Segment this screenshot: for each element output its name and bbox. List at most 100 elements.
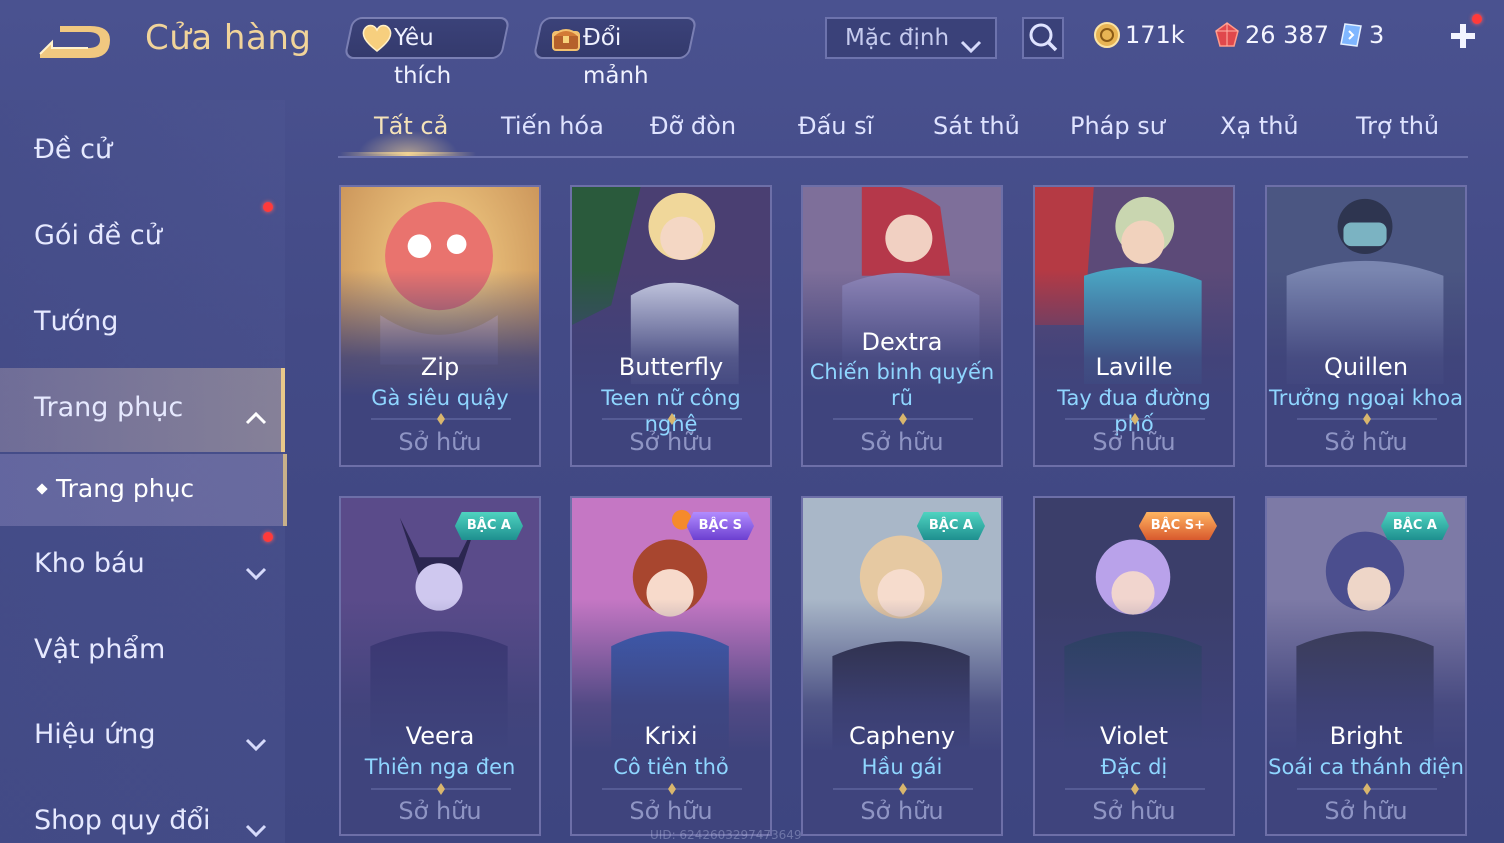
sidebar-item-label: Hiệu ứng: [34, 719, 156, 750]
skin-card[interactable]: Quillen Trưởng ngoại khoa Sở hữu: [1265, 185, 1467, 467]
tier-badge: BẬC S+: [1138, 512, 1217, 540]
player-uid: UID: 6242603297473649: [650, 828, 802, 842]
hero-name: Violet: [1099, 722, 1169, 750]
skin-card[interactable]: BẬC S+ Violet Đặc dị Sở hữu: [1033, 496, 1235, 836]
owned-status: Sở hữu: [398, 797, 482, 825]
plus-icon: [1451, 24, 1475, 48]
skin-name: Chiến binh quyến rũ: [809, 360, 995, 410]
tab-all[interactable]: Tất cả: [374, 112, 448, 140]
owned-status: Sở hữu: [629, 428, 713, 456]
tab-support[interactable]: Trợ thủ: [1356, 112, 1439, 140]
gold-coin-icon: [1093, 21, 1121, 49]
tab-evolution[interactable]: Tiến hóa: [501, 112, 604, 140]
sidebar-item-label: Tướng: [34, 306, 119, 337]
skin-name: Đặc dị: [1100, 755, 1168, 779]
sidebar-item-recommended[interactable]: Đề cử: [0, 112, 285, 192]
notification-dot: [1472, 14, 1482, 24]
divider-ornament: [1065, 413, 1205, 425]
sidebar-item-label: Vật phẩm: [34, 634, 166, 665]
skin-name: Hầu gái: [861, 755, 943, 779]
divider-ornament: [1297, 783, 1437, 795]
sidebar-item-exchange-shop[interactable]: Shop quy đổi: [0, 783, 285, 843]
shard-exchange-label: Đổi mảnh: [582, 25, 649, 89]
treasure-chest-icon: [549, 22, 583, 54]
search-icon: [1029, 23, 1058, 52]
ruby-gem-icon: [1213, 21, 1241, 49]
divider-ornament: [602, 783, 742, 795]
sidebar-item-skins[interactable]: Trang phục: [0, 368, 285, 452]
active-tab-indicator: [340, 152, 476, 156]
hero-name: Butterfly: [618, 353, 724, 381]
category-tabs: Tất cả Tiến hóa Đỡ đòn Đấu sĩ Sát thủ Ph…: [338, 100, 1468, 158]
owned-status: Sở hữu: [1324, 797, 1408, 825]
sidebar-subitem-label: Trang phục: [56, 474, 195, 503]
shard-exchange-button[interactable]: Đổi mảnh: [532, 17, 698, 89]
sidebar-item-label: Gói đề cử: [34, 220, 162, 251]
owned-status: Sở hữu: [1092, 428, 1176, 456]
chevron-down-icon: [244, 815, 268, 838]
owned-status: Sở hữu: [398, 428, 482, 456]
sidebar-item-bundles[interactable]: Gói đề cử: [0, 198, 285, 278]
sidebar-item-effects[interactable]: Hiệu ứng: [0, 697, 285, 777]
tab-assassin[interactable]: Sát thủ: [933, 112, 1020, 140]
divider-ornament: [833, 783, 973, 795]
owned-status: Sở hữu: [629, 797, 713, 825]
notification-dot: [263, 202, 273, 212]
voucher-card-icon: [1337, 21, 1365, 49]
chevron-up-icon: [244, 402, 268, 425]
skin-card[interactable]: Zip Gà siêu quậy Sở hữu: [339, 185, 541, 467]
bullet-diamond-icon: [36, 483, 48, 495]
sidebar-item-label: Kho báu: [34, 548, 145, 579]
hero-name: Laville: [1095, 353, 1173, 381]
tier-badge: BẬC A: [454, 512, 523, 540]
skin-card[interactable]: BẬC S Krixi Cô tiên thỏ Sở hữu: [570, 496, 772, 836]
hero-name: Krixi: [644, 722, 698, 750]
heart-icon: [360, 22, 394, 54]
chevron-down-icon: [244, 558, 268, 581]
skin-card[interactable]: BẬC A Capheny Hầu gái Sở hữu: [801, 496, 1003, 836]
owned-status: Sở hữu: [860, 428, 944, 456]
skin-card[interactable]: Dextra Chiến binh quyến rũ Sở hữu: [801, 185, 1003, 467]
search-button[interactable]: [1022, 17, 1064, 59]
skin-name: Cô tiên thỏ: [613, 755, 729, 779]
sidebar-item-label: Đề cử: [34, 134, 113, 165]
tab-marksman[interactable]: Xạ thủ: [1220, 112, 1299, 140]
divider-ornament: [833, 413, 973, 425]
skin-card[interactable]: BẬC A Bright Soái ca thánh điện Sở hữu: [1265, 496, 1467, 836]
sidebar-subitem-skins[interactable]: Trang phục: [0, 454, 287, 526]
skin-name: Soái ca thánh điện: [1268, 755, 1464, 779]
tab-mage[interactable]: Pháp sư: [1070, 112, 1165, 140]
back-arrow-icon[interactable]: [34, 22, 114, 64]
page-title: Cửa hàng: [145, 18, 312, 58]
favorites-button[interactable]: Yêu thích: [343, 17, 511, 89]
sidebar: Đề cử Gói đề cử Tướng Trang phục Trang p…: [0, 100, 290, 843]
sidebar-item-heroes[interactable]: Tướng: [0, 284, 285, 364]
sort-selected-value: Mặc định: [845, 25, 950, 51]
owned-status: Sở hữu: [1092, 797, 1176, 825]
hero-name: Zip: [420, 353, 460, 381]
voucher-amount: 3: [1369, 21, 1385, 49]
notification-dot: [263, 532, 273, 542]
gold-balance: 171k: [1093, 20, 1203, 50]
add-currency-button[interactable]: [1447, 20, 1479, 52]
sidebar-item-treasure[interactable]: Kho báu: [0, 526, 285, 606]
divider-ornament: [371, 413, 511, 425]
hero-name: Bright: [1329, 722, 1403, 750]
skin-card[interactable]: BẬC A Veera Thiên nga đen Sở hữu: [339, 496, 541, 836]
skin-card[interactable]: Laville Tay đua đường phố Sở hữu: [1033, 185, 1235, 467]
sidebar-item-items[interactable]: Vật phẩm: [0, 612, 285, 692]
favorites-label: Yêu thích: [393, 25, 452, 89]
owned-status: Sở hữu: [1324, 428, 1408, 456]
tier-badge: BẬC S: [686, 512, 754, 540]
voucher-balance: 3: [1337, 20, 1397, 50]
divider-ornament: [371, 783, 511, 795]
chevron-down-icon: [244, 729, 268, 752]
gold-amount: 171k: [1125, 21, 1185, 49]
top-bar: Cửa hàng Yêu thích Đổi mảnh Mặc định 171…: [0, 0, 1504, 89]
sort-dropdown[interactable]: Mặc định: [825, 17, 997, 59]
tab-fighter[interactable]: Đấu sĩ: [798, 112, 873, 140]
tab-tank[interactable]: Đỡ đòn: [650, 112, 736, 140]
skin-name: Trưởng ngoại khoa: [1269, 386, 1463, 410]
skin-card[interactable]: Butterfly Teen nữ công nghệ Sở hữu: [570, 185, 772, 467]
tier-badge: BẬC A: [916, 512, 985, 540]
